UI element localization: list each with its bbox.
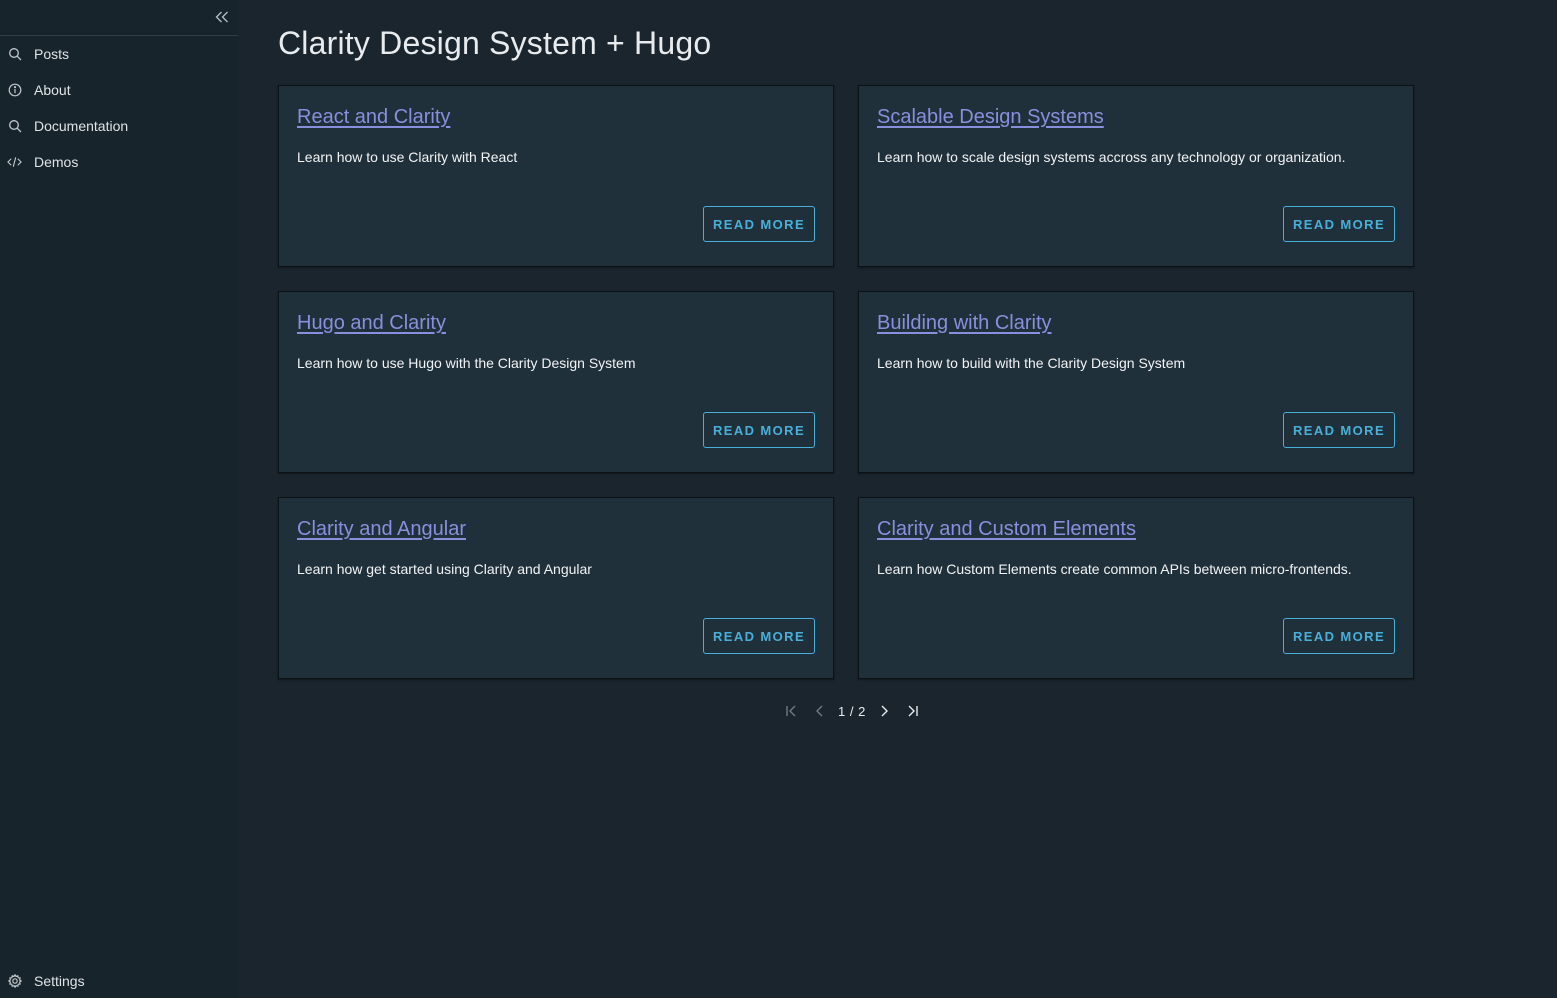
last-page-icon — [908, 705, 918, 717]
double-chevron-left-icon — [215, 11, 228, 23]
post-card: React and Clarity Learn how to use Clari… — [278, 85, 834, 267]
first-page-button[interactable] — [778, 699, 806, 723]
page-title: Clarity Design System + Hugo — [278, 25, 712, 61]
post-card-grid: React and Clarity Learn how to use Clari… — [278, 85, 1414, 679]
sidebar-item-demos[interactable]: Demos — [0, 144, 238, 180]
post-card-title-link[interactable]: Clarity and Angular — [297, 517, 466, 541]
chevron-left-icon — [816, 705, 823, 717]
sidebar-item-label: Documentation — [34, 118, 129, 134]
read-more-button[interactable]: READ MORE — [1283, 412, 1395, 448]
search-icon — [7, 119, 22, 134]
sidebar-item-documentation[interactable]: Documentation — [0, 108, 238, 144]
post-card: Clarity and Angular Learn how get starte… — [278, 497, 834, 679]
sidebar-item-label: Posts — [34, 46, 70, 62]
collapse-sidebar-button[interactable] — [214, 9, 230, 25]
read-more-button[interactable]: READ MORE — [1283, 206, 1395, 242]
first-page-icon — [786, 705, 796, 717]
read-more-button[interactable]: READ MORE — [703, 206, 815, 242]
post-card-title-link[interactable]: React and Clarity — [297, 105, 450, 129]
post-card-description: Learn how to use Clarity with React — [297, 149, 518, 165]
post-card-title-link[interactable]: Hugo and Clarity — [297, 311, 446, 335]
post-card-description: Learn how Custom Elements create common … — [877, 561, 1352, 577]
next-page-button[interactable] — [870, 699, 898, 723]
post-card-title-link[interactable]: Clarity and Custom Elements — [877, 517, 1136, 541]
post-card: Hugo and Clarity Learn how to use Hugo w… — [278, 291, 834, 473]
post-card-description: Learn how to use Hugo with the Clarity D… — [297, 355, 636, 371]
sidebar-item-settings[interactable]: Settings — [0, 964, 238, 998]
code-icon — [7, 155, 22, 170]
post-card-description: Learn how get started using Clarity and … — [297, 561, 592, 577]
post-card-description: Learn how to build with the Clarity Desi… — [877, 355, 1186, 371]
pagination: 1 / 2 — [778, 699, 926, 723]
previous-page-button[interactable] — [806, 699, 834, 723]
main-content: Clarity Design System + Hugo React and C… — [238, 0, 1557, 998]
sidebar-item-about[interactable]: About — [0, 72, 238, 108]
last-page-button[interactable] — [898, 699, 926, 723]
sidebar-item-label: About — [34, 82, 71, 98]
info-icon — [7, 83, 22, 98]
settings-label: Settings — [34, 973, 85, 989]
app-root: Posts About Documentation Demos Settings… — [0, 0, 1557, 998]
read-more-button[interactable]: READ MORE — [1283, 618, 1395, 654]
chevron-right-icon — [881, 705, 888, 717]
sidebar: Posts About Documentation Demos Settings — [0, 0, 238, 998]
read-more-button[interactable]: READ MORE — [703, 618, 815, 654]
sidebar-nav: Posts About Documentation Demos — [0, 36, 238, 180]
post-card-title-link[interactable]: Scalable Design Systems — [877, 105, 1104, 129]
sidebar-item-label: Demos — [34, 154, 79, 170]
gear-icon — [7, 974, 22, 989]
post-card-title-link[interactable]: Building with Clarity — [877, 311, 1052, 335]
post-card: Clarity and Custom Elements Learn how Cu… — [858, 497, 1414, 679]
post-card: Building with Clarity Learn how to build… — [858, 291, 1414, 473]
read-more-button[interactable]: READ MORE — [703, 412, 815, 448]
sidebar-header — [0, 0, 238, 36]
search-icon — [7, 47, 22, 62]
post-card: Scalable Design Systems Learn how to sca… — [858, 85, 1414, 267]
page-indicator: 1 / 2 — [838, 703, 866, 719]
post-card-description: Learn how to scale design systems accros… — [877, 149, 1346, 165]
sidebar-item-posts[interactable]: Posts — [0, 36, 238, 72]
